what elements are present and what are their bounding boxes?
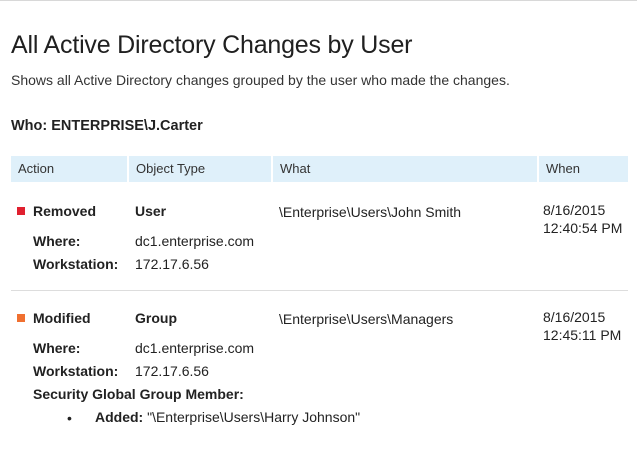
who-line: Who: ENTERPRISE\J.Carter — [11, 118, 203, 134]
where-value: dc1.enterprise.com — [135, 340, 255, 356]
column-header-when: When — [537, 156, 628, 182]
table-row: Modified Group \Enterprise\Users\Manager… — [11, 303, 628, 433]
action-cell: Removed — [17, 202, 96, 220]
when-time: 12:40:54 PM — [543, 220, 623, 236]
who-value: ENTERPRISE\J.Carter — [51, 118, 203, 134]
table-header: Action Object Type What When — [11, 156, 628, 182]
object-type-cell: User — [135, 203, 167, 219]
removed-marker-icon — [17, 207, 25, 215]
where-label: Where: — [33, 233, 81, 249]
added-label: Added: — [95, 409, 144, 425]
who-label: Who: — [11, 118, 48, 134]
what-cell: \Enterprise\Users\John Smith — [279, 204, 462, 220]
column-header-action: Action — [18, 161, 55, 176]
column-header-object-type: Object Type — [127, 156, 271, 182]
section-label: Security Global Group Member: — [33, 386, 244, 402]
where-value: dc1.enterprise.com — [135, 233, 255, 249]
what-cell: \Enterprise\Users\Managers — [279, 311, 454, 327]
when-date: 8/16/2015 — [543, 309, 606, 325]
action-cell: Modified — [17, 309, 91, 327]
when-cell: 8/16/2015 12:45:11 PM — [543, 308, 621, 344]
bullet-icon: • — [67, 410, 72, 426]
report-subtitle: Shows all Active Directory changes group… — [11, 72, 510, 88]
report-title: All Active Directory Changes by User — [11, 31, 413, 59]
workstation-label: Workstation: — [33, 363, 119, 379]
workstation-value: 172.17.6.56 — [135, 256, 209, 272]
when-date: 8/16/2015 — [543, 202, 606, 218]
column-header-what: What — [271, 156, 537, 182]
workstation-label: Workstation: — [33, 256, 119, 272]
when-cell: 8/16/2015 12:40:54 PM — [543, 201, 622, 237]
where-label: Where: — [33, 340, 81, 356]
workstation-value: 172.17.6.56 — [135, 363, 209, 379]
added-item: Added: "\Enterprise\Users\Harry Johnson" — [95, 409, 360, 425]
added-value: "\Enterprise\Users\Harry Johnson" — [147, 409, 361, 425]
table-row: Removed User \Enterprise\Users\John Smit… — [11, 196, 628, 291]
action-label: Modified — [33, 310, 91, 326]
modified-marker-icon — [17, 314, 25, 322]
action-label: Removed — [33, 203, 97, 219]
object-type-cell: Group — [135, 310, 177, 326]
when-time: 12:45:11 PM — [543, 327, 622, 343]
